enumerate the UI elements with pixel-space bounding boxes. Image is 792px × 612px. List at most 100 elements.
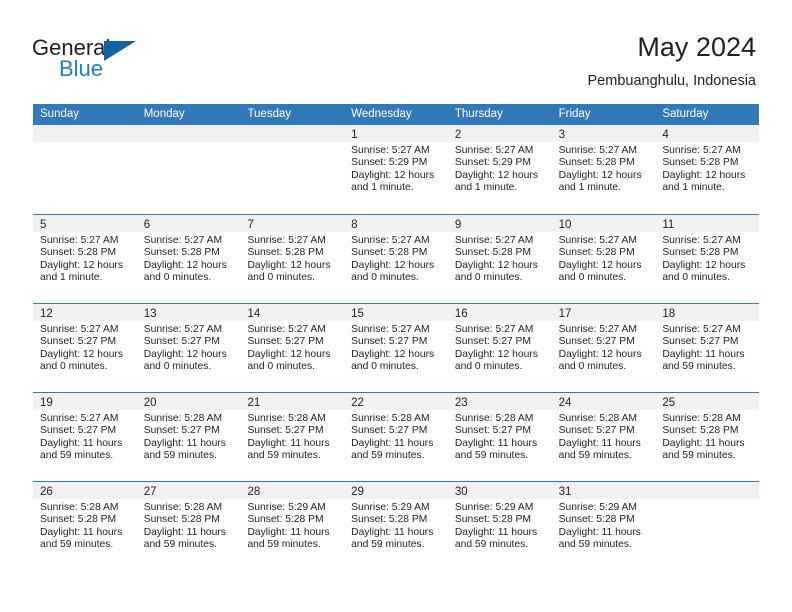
day-cell[interactable]: 27 Sunrise: 5:28 AM Sunset: 5:28 PM Dayligh…: [136, 482, 241, 570]
sunrise-text: Sunrise: 5:28 AM: [40, 502, 119, 513]
sunset-text: Sunset: 5:27 PM: [454, 336, 532, 348]
day-cell-empty: [33, 125, 137, 214]
day-cell[interactable]: 2 Sunrise: 5:27 AM Sunset: 5:29 PM Daylight…: [447, 125, 552, 214]
day-cell-empty: [655, 482, 760, 570]
week-row: 19 Sunrise: 5:27 AM Sunset: 5:27 PM Dayligh…: [33, 392, 760, 481]
day-cell[interactable]: 13 Sunrise: 5:27 AM Sunset: 5:27 PM Dayligh…: [136, 304, 241, 392]
day-cell[interactable]: 9 Sunrise: 5:27 AM Sunset: 5:28 PM Daylight…: [447, 215, 552, 303]
sunrise-text: Sunrise: 5:28 AM: [143, 502, 223, 513]
day-cell[interactable]: 4 Sunrise: 5:27 AM Sunset: 5:28 PM Daylight…: [655, 125, 760, 214]
day-cell[interactable]: 26 Sunrise: 5:28 AM Sunset: 5:28 PM Dayligh…: [33, 482, 137, 570]
sunrise-text: Sunrise: 5:27 AM: [662, 324, 741, 335]
sunset-text: Sunset: 5:28 PM: [40, 247, 117, 259]
day-cell-body: Sunrise: 5:28 AM Sunset: 5:27 PM Daylight:…: [448, 410, 552, 463]
day-cell[interactable]: 6 Sunrise: 5:27 AM Sunset: 5:28 PM Daylight…: [136, 215, 241, 303]
week-row: 12 Sunrise: 5:27 AM Sunset: 5:27 PM Dayligh…: [33, 303, 760, 392]
day-cell[interactable]: 29 Sunrise: 5:29 AM Sunset: 5:28 PM Dayligh…: [344, 482, 448, 570]
daylight-text: Daylight: 11 hours and 59 minutes.: [558, 526, 641, 551]
day-number: 5: [40, 219, 47, 231]
sunset-text: Sunset: 5:29 PM: [454, 157, 532, 169]
sunset-text: Sunset: 5:28 PM: [351, 247, 428, 259]
day-number-bar: 22: [344, 393, 448, 410]
sunset-text: Sunset: 5:29 PM: [351, 157, 428, 169]
day-cell[interactable]: 16 Sunrise: 5:27 AM Sunset: 5:27 PM Dayligh…: [447, 304, 552, 392]
day-number: 27: [143, 486, 157, 498]
day-cell-body: Sunrise: 5:27 AM Sunset: 5:28 PM Daylight:…: [240, 232, 344, 285]
day-number-bar: 5: [33, 215, 137, 232]
sunset-text: Sunset: 5:27 PM: [351, 425, 428, 437]
sunset-text: Sunset: 5:27 PM: [247, 336, 324, 348]
day-cell[interactable]: 22 Sunrise: 5:28 AM Sunset: 5:27 PM Dayligh…: [344, 393, 448, 481]
daylight-text: Daylight: 12 hours and 0 minutes.: [454, 259, 538, 284]
day-cell-body: Sunrise: 5:27 AM Sunset: 5:29 PM Daylight:…: [448, 142, 552, 195]
day-cell-body: Sunrise: 5:27 AM Sunset: 5:28 PM Daylight:…: [137, 232, 241, 285]
general-blue-logo[interactable]: General Blue: [32, 36, 152, 84]
day-cell[interactable]: 3 Sunrise: 5:27 AM Sunset: 5:28 PM Daylight…: [551, 125, 656, 214]
day-cell-body: Sunrise: 5:27 AM Sunset: 5:28 PM Daylight:…: [552, 232, 656, 285]
week-row: 1 Sunrise: 5:27 AM Sunset: 5:29 PM Daylight…: [33, 125, 760, 214]
day-number: 2: [454, 129, 462, 141]
day-number-bar: 13: [136, 304, 241, 321]
day-number: 19: [40, 397, 53, 409]
sunrise-text: Sunrise: 5:27 AM: [454, 145, 534, 156]
day-number: 20: [143, 397, 157, 409]
sunrise-text: Sunrise: 5:29 AM: [351, 502, 430, 513]
weekday-wednesday: Wednesday: [351, 108, 412, 120]
day-cell-body: Sunrise: 5:28 AM Sunset: 5:28 PM Daylight:…: [33, 499, 137, 552]
day-cell[interactable]: 11 Sunrise: 5:27 AM Sunset: 5:28 PM Dayligh…: [655, 215, 760, 303]
day-cell[interactable]: 19 Sunrise: 5:27 AM Sunset: 5:27 PM Dayligh…: [33, 393, 137, 481]
day-number: 22: [351, 397, 364, 409]
day-cell[interactable]: 20 Sunrise: 5:28 AM Sunset: 5:27 PM Dayligh…: [136, 393, 241, 481]
day-number-bar: 19: [33, 393, 137, 410]
day-cell-body: Sunrise: 5:27 AM Sunset: 5:27 PM Daylight:…: [344, 321, 448, 374]
day-cell[interactable]: 15 Sunrise: 5:27 AM Sunset: 5:27 PM Dayligh…: [344, 304, 448, 392]
sunrise-text: Sunrise: 5:29 AM: [558, 502, 638, 513]
weekday-sunday: Sunday: [40, 108, 80, 120]
daylight-text: Daylight: 12 hours and 0 minutes.: [247, 348, 331, 373]
day-number: 11: [662, 219, 675, 231]
day-cell-empty: [136, 125, 241, 214]
day-cell[interactable]: 1 Sunrise: 5:27 AM Sunset: 5:29 PM Daylight…: [344, 125, 448, 214]
day-cell-body: Sunrise: 5:27 AM Sunset: 5:29 PM Daylight:…: [344, 142, 448, 195]
day-cell[interactable]: 18 Sunrise: 5:27 AM Sunset: 5:27 PM Dayligh…: [655, 304, 760, 392]
sunrise-text: Sunrise: 5:29 AM: [454, 502, 534, 513]
day-cell[interactable]: 10 Sunrise: 5:27 AM Sunset: 5:28 PM Dayligh…: [551, 215, 656, 303]
sunrise-text: Sunrise: 5:28 AM: [558, 413, 638, 424]
daylight-text: Daylight: 12 hours and 0 minutes.: [40, 348, 123, 373]
day-number-bar: 27: [136, 482, 241, 499]
sunset-text: Sunset: 5:28 PM: [247, 514, 324, 526]
day-number-bar: 2: [447, 125, 552, 142]
day-cell[interactable]: 25 Sunrise: 5:28 AM Sunset: 5:28 PM Dayligh…: [655, 393, 760, 481]
day-cell[interactable]: 28 Sunrise: 5:29 AM Sunset: 5:28 PM Dayligh…: [240, 482, 345, 570]
location-subtitle: Pembuanghulu, Indonesia: [587, 73, 757, 89]
daylight-text: Daylight: 12 hours and 0 minutes.: [143, 348, 227, 373]
page-header: General Blue May 2024 Pembuanghulu, Indo…: [0, 0, 792, 104]
day-number-bar: 15: [344, 304, 448, 321]
day-number: 8: [351, 219, 358, 231]
day-cell[interactable]: 7 Sunrise: 5:27 AM Sunset: 5:28 PM Daylight…: [240, 215, 345, 303]
day-number: 13: [143, 308, 157, 320]
day-cell[interactable]: 17 Sunrise: 5:27 AM Sunset: 5:27 PM Dayligh…: [551, 304, 656, 392]
day-cell-body: Sunrise: 5:28 AM Sunset: 5:27 PM Daylight:…: [137, 410, 241, 463]
day-cell[interactable]: 23 Sunrise: 5:28 AM Sunset: 5:27 PM Dayligh…: [447, 393, 552, 481]
day-cell-body: Sunrise: 5:27 AM Sunset: 5:27 PM Daylight:…: [240, 321, 344, 374]
daylight-text: Daylight: 12 hours and 1 minute.: [558, 169, 642, 194]
daylight-text: Daylight: 12 hours and 0 minutes.: [662, 259, 746, 284]
calendar-grid: Sunday Monday Tuesday Wednesday Thursday…: [33, 104, 760, 570]
day-number: 7: [247, 219, 254, 231]
day-cell[interactable]: 31 Sunrise: 5:29 AM Sunset: 5:28 PM Dayligh…: [551, 482, 656, 570]
day-number: 3: [558, 129, 565, 141]
day-cell[interactable]: 24 Sunrise: 5:28 AM Sunset: 5:27 PM Dayligh…: [551, 393, 656, 481]
day-cell[interactable]: 5 Sunrise: 5:27 AM Sunset: 5:28 PM Daylight…: [33, 215, 137, 303]
day-cell[interactable]: 21 Sunrise: 5:28 AM Sunset: 5:27 PM Dayligh…: [240, 393, 345, 481]
sunrise-text: Sunrise: 5:27 AM: [454, 235, 534, 246]
sunset-text: Sunset: 5:28 PM: [40, 514, 117, 526]
sunrise-text: Sunrise: 5:27 AM: [143, 324, 223, 335]
day-cell[interactable]: 30 Sunrise: 5:29 AM Sunset: 5:28 PM Dayligh…: [447, 482, 552, 570]
day-number-bar: 12: [33, 304, 137, 321]
day-cell[interactable]: 14 Sunrise: 5:27 AM Sunset: 5:27 PM Dayligh…: [240, 304, 345, 392]
day-cell[interactable]: 8 Sunrise: 5:27 AM Sunset: 5:28 PM Daylight…: [344, 215, 448, 303]
sunset-text: Sunset: 5:27 PM: [40, 336, 117, 348]
day-cell-empty: [240, 125, 345, 214]
day-cell[interactable]: 12 Sunrise: 5:27 AM Sunset: 5:27 PM Dayligh…: [33, 304, 137, 392]
